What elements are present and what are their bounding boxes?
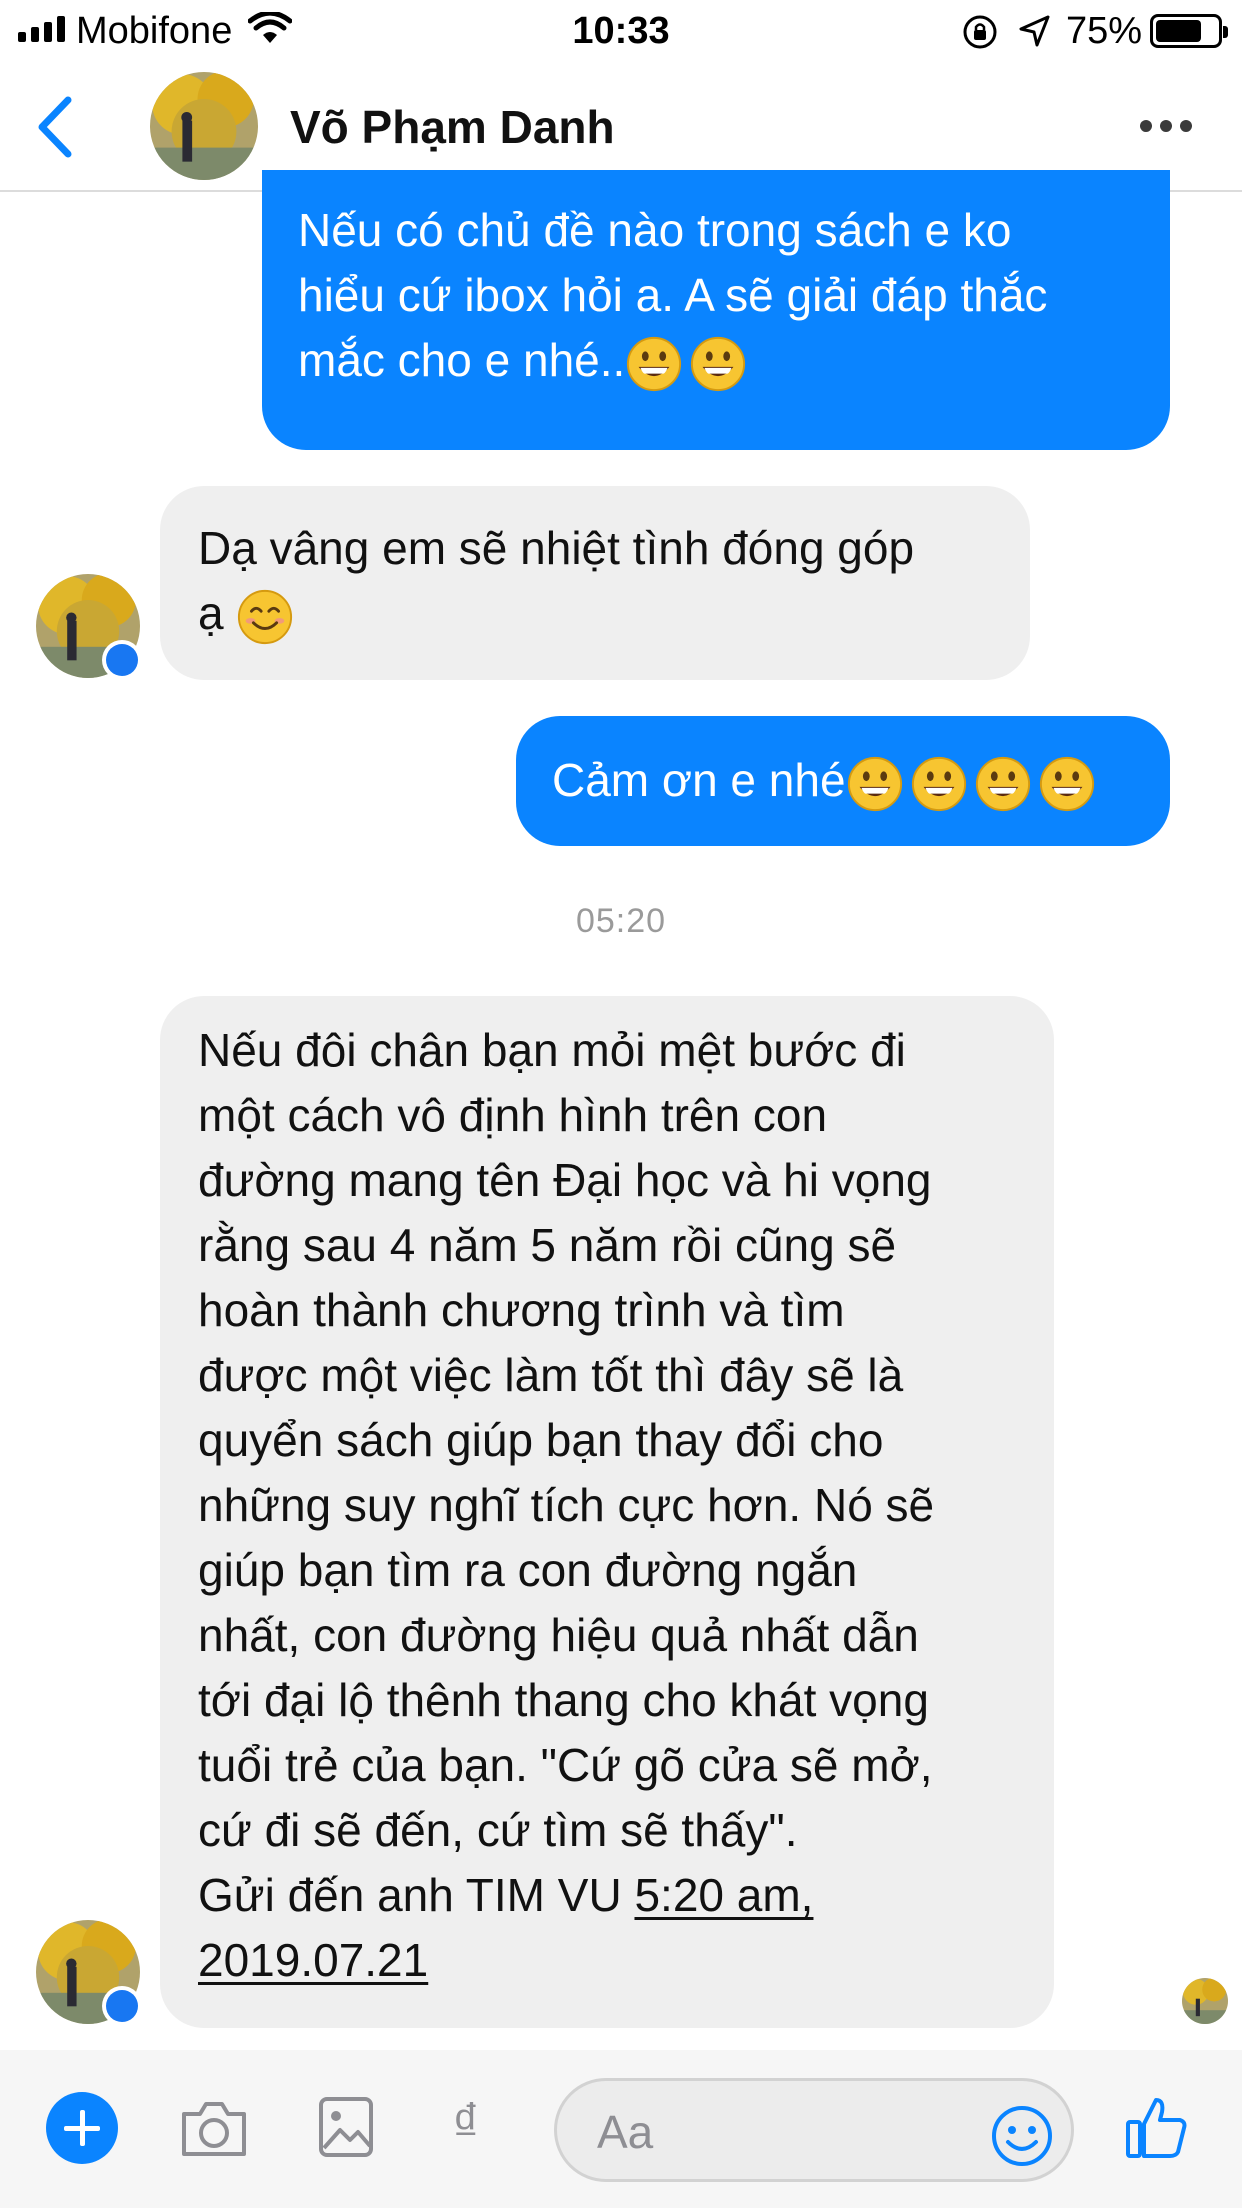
message-input-placeholder: Aa: [597, 2106, 654, 2158]
message-text-line: được một việc làm tốt thì đây sẽ là: [198, 1349, 904, 1401]
more-horizontal-icon[interactable]: [1140, 120, 1192, 132]
image-icon[interactable]: [318, 2096, 374, 2158]
message-text-line: những suy nghĩ tích cực hơn. Nó sẽ: [198, 1479, 935, 1531]
message-text-line: Cảm ơn e nhé: [552, 748, 1134, 813]
incoming-message[interactable]: Nếu đôi chân bạn mỏi mệt bước đi một các…: [160, 996, 1054, 2028]
message-text-line: Dạ vâng em sẽ nhiệt tình đóng góp: [198, 522, 915, 574]
avatar[interactable]: [150, 72, 258, 180]
date-link[interactable]: 5:20 am,: [634, 1869, 813, 1921]
message-text-line: rằng sau 4 năm 5 năm rồi cũng sẽ: [198, 1219, 897, 1271]
grinning-face-icon: [1038, 755, 1096, 813]
status-bar: Mobifone 10:33 75%: [0, 0, 1242, 62]
message-text-line: đường mang tên Đại học và hi vọng: [198, 1154, 932, 1206]
message-text-line: hoàn thành chương trình và tìm: [198, 1284, 845, 1336]
message-text-line: Nếu có chủ đề nào trong sách e ko: [298, 204, 1012, 256]
grinning-face-icon: [846, 755, 904, 813]
contact-name[interactable]: Võ Phạm Danh: [290, 100, 615, 154]
grinning-face-icon: [689, 335, 747, 393]
message-text-line: một cách vô định hình trên con: [198, 1089, 828, 1141]
message-text-line: giúp bạn tìm ra con đường ngắn: [198, 1544, 858, 1596]
messenger-badge-icon: [102, 1986, 142, 2026]
message-text-line: mắc cho e nhé..: [298, 328, 1134, 393]
message-text-line: cứ đi sẽ đến, cứ tìm sẽ thấy".: [198, 1804, 798, 1856]
payment-icon[interactable]: ₫: [452, 2092, 480, 2154]
date-link[interactable]: 2019.07.21: [198, 1934, 428, 1986]
emoji-group: [846, 755, 1096, 813]
thumbs-up-icon[interactable]: [1124, 2094, 1190, 2160]
chevron-left-icon[interactable]: [30, 92, 80, 162]
message-text-line: nhất, con đường hiệu quả nhất dẫn: [198, 1609, 919, 1661]
battery-icon: [1150, 14, 1228, 48]
message-text-line: Nếu đôi chân bạn mỏi mệt bước đi: [198, 1024, 906, 1076]
rotation-lock-icon: [963, 15, 997, 49]
composer-bar: ₫ Aa: [0, 2050, 1242, 2208]
message-text-line: ạ: [198, 581, 992, 646]
camera-icon[interactable]: [178, 2098, 250, 2160]
message-timestamp: 05:20: [575, 902, 667, 940]
emoji-group: [625, 335, 747, 393]
message-text-line: tuổi trẻ của bạn. "Cứ gõ cửa sẽ mở,: [198, 1739, 933, 1791]
grinning-face-icon: [910, 755, 968, 813]
incoming-message[interactable]: Dạ vâng em sẽ nhiệt tình đóng góp ạ: [160, 486, 1030, 680]
message-text-line: hiểu cứ ibox hỏi a. A sẽ giải đáp thắc: [298, 269, 1048, 321]
location-icon: [1019, 15, 1050, 47]
outgoing-message[interactable]: Cảm ơn e nhé: [516, 716, 1170, 846]
grinning-face-icon: [974, 755, 1032, 813]
smiling-face-icon: [236, 588, 294, 646]
seen-avatar: [1182, 1978, 1228, 2024]
outgoing-message[interactable]: Nếu có chủ đề nào trong sách e ko hiểu c…: [262, 170, 1170, 450]
battery-percent: 75%: [1066, 10, 1143, 52]
grinning-face-icon: [625, 335, 683, 393]
message-text-line: 2019.07.21: [198, 1928, 1016, 1993]
messenger-badge-icon: [102, 640, 142, 680]
message-text-line: tới đại lộ thênh thang cho khát vọng: [198, 1674, 929, 1726]
message-text-line: quyển sách giúp bạn thay đổi cho: [198, 1414, 884, 1466]
message-text-line: Gửi đến anh TIM VU 5:20 am,: [198, 1869, 814, 1921]
plus-icon[interactable]: [46, 2092, 118, 2164]
status-time: 10:33: [572, 10, 670, 52]
emoji-icon[interactable]: [990, 2104, 1054, 2168]
